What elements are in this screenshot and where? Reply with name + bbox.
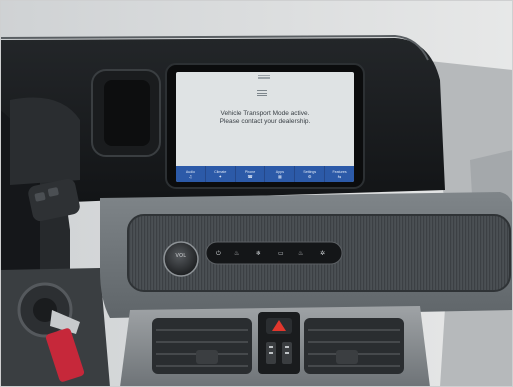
infotainment-screen[interactable]: Vehicle Transport Mode active. Please co… bbox=[176, 72, 354, 182]
notification-icon bbox=[257, 90, 267, 96]
seat-heat-left-icon[interactable]: ♨ bbox=[234, 250, 239, 257]
fan-icon[interactable]: ✲ bbox=[320, 250, 325, 257]
menu-item-apps[interactable]: Apps ▦ bbox=[265, 166, 296, 182]
defrost-icon[interactable]: ❄ bbox=[256, 250, 261, 257]
menu-item-features[interactable]: Features ⇆ bbox=[325, 166, 354, 182]
music-note-icon: ♫ bbox=[188, 173, 193, 179]
message-line-2: Please contact your dealership. bbox=[219, 118, 311, 125]
phone-icon: ☎ bbox=[247, 173, 253, 179]
car-settings-icon: ⚙ bbox=[307, 173, 312, 179]
car-interior-photo bbox=[0, 0, 513, 387]
menu-item-settings[interactable]: Settings ⚙ bbox=[295, 166, 326, 182]
transport-mode-message: Vehicle Transport Mode active. Please co… bbox=[176, 110, 354, 126]
power-icon[interactable]: ⏻ bbox=[216, 250, 221, 257]
menu-icon[interactable] bbox=[258, 75, 270, 79]
grid-icon: ▦ bbox=[277, 173, 282, 179]
features-icon: ⇆ bbox=[337, 173, 342, 179]
volume-knob-label: VOL bbox=[175, 253, 187, 259]
menu-item-climate[interactable]: Climate ✦ bbox=[206, 166, 236, 182]
message-line-1: Vehicle Transport Mode active. bbox=[220, 110, 310, 117]
seat-icon: ✦ bbox=[218, 173, 222, 179]
screen-menu-bar: Audio ♫ Climate ✦ Phone ☎ Apps ▦ Setting… bbox=[176, 166, 354, 182]
menu-item-audio[interactable]: Audio ♫ bbox=[176, 166, 206, 182]
menu-item-phone[interactable]: Phone ☎ bbox=[236, 166, 266, 182]
seat-heat-right-icon[interactable]: ♨ bbox=[298, 250, 303, 257]
rear-defrost-icon[interactable]: ▭ bbox=[278, 250, 284, 257]
